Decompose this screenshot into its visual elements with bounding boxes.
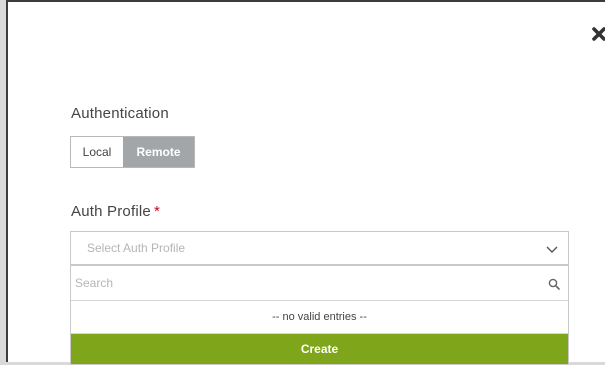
search-input[interactable] xyxy=(71,266,531,300)
required-marker: * xyxy=(153,203,160,220)
auth-profile-label: Auth Profile * xyxy=(71,203,160,220)
chevron-down-icon xyxy=(546,242,558,260)
authentication-label: Authentication xyxy=(71,105,169,122)
search-row xyxy=(71,265,568,301)
local-option[interactable]: Local xyxy=(71,137,123,167)
auth-profile-select[interactable]: Select Auth Profile xyxy=(70,231,569,265)
create-button[interactable]: Create xyxy=(71,334,568,364)
modal-dialog: Authentication Local Remote Auth Profile… xyxy=(6,0,605,365)
authentication-toggle: Local Remote xyxy=(70,136,195,168)
select-placeholder: Select Auth Profile xyxy=(87,241,186,255)
auth-profile-dropdown: -- no valid entries -- Create xyxy=(70,265,569,365)
empty-message: -- no valid entries -- xyxy=(71,301,568,334)
remote-option[interactable]: Remote xyxy=(123,137,194,167)
search-icon xyxy=(548,277,560,295)
auth-profile-label-text: Auth Profile xyxy=(71,203,151,220)
close-icon[interactable] xyxy=(591,26,605,42)
